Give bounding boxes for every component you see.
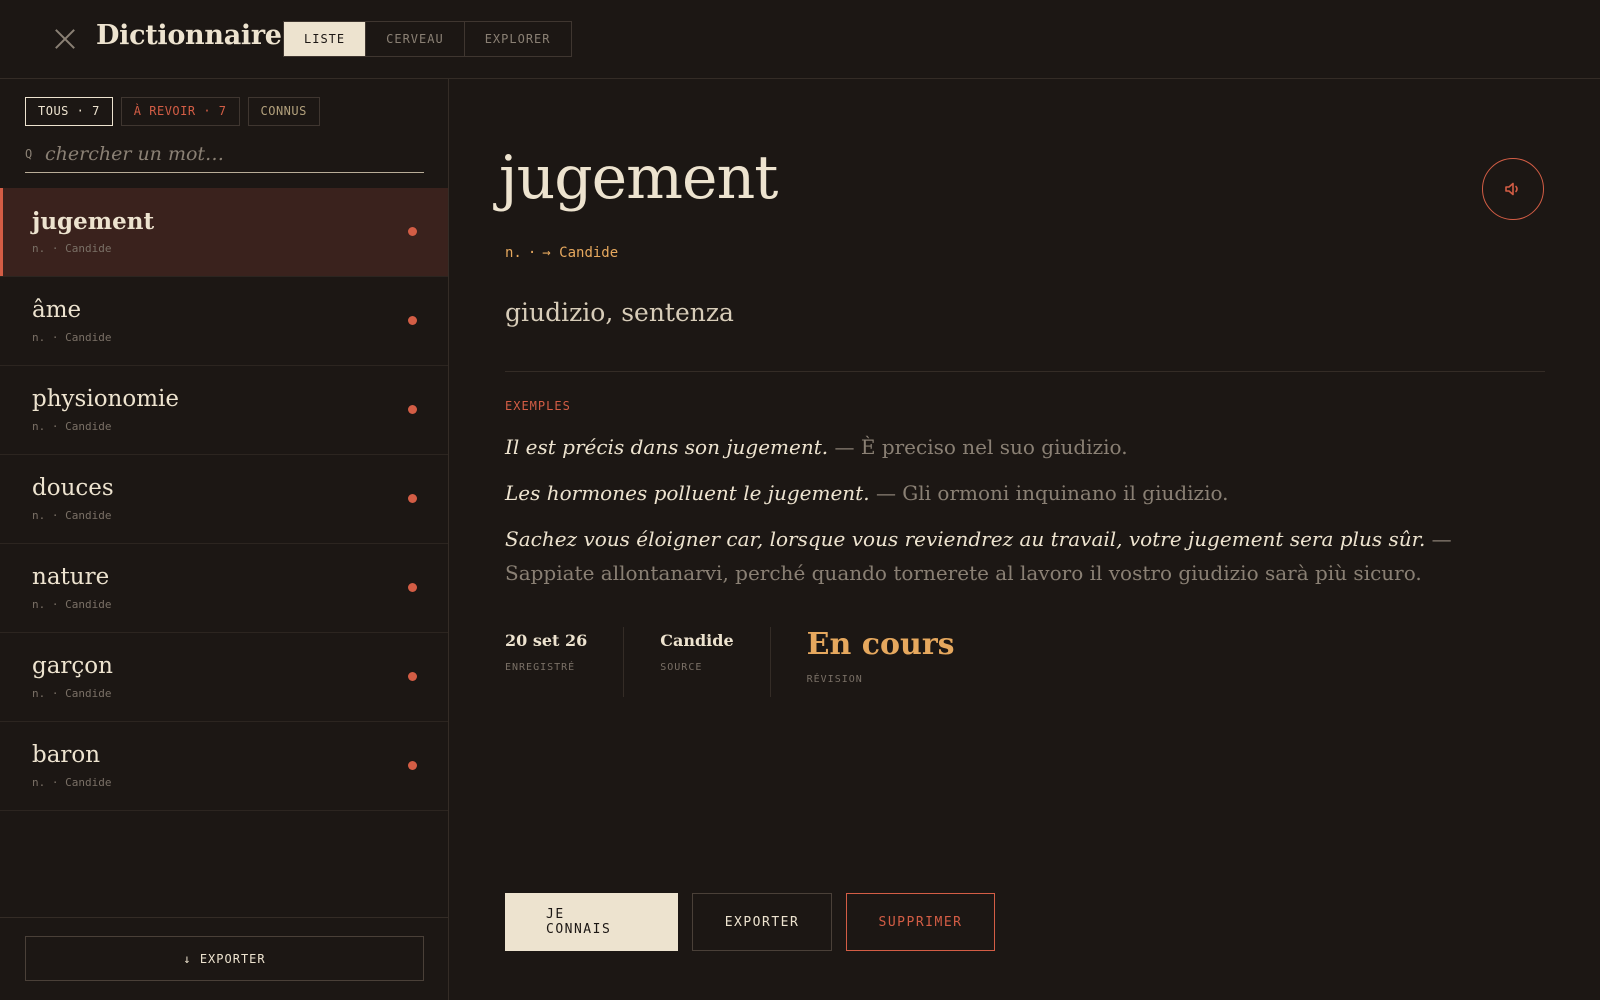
headword: jugement xyxy=(499,143,778,213)
list-item[interactable]: garçon n. · Candide xyxy=(0,633,448,722)
word-name: douces xyxy=(32,475,114,501)
app-title: Dictionnaire xyxy=(96,20,282,51)
word-detail-panel: jugement n. · → Candide giudizio, sentenza… xyxy=(449,79,1600,1000)
action-bar: JE CONNAIS EXPORTER SUPPRIMER xyxy=(505,893,995,951)
export-button[interactable]: EXPORTER xyxy=(692,893,832,951)
word-name: nature xyxy=(32,564,110,590)
divider xyxy=(505,371,1545,372)
example-french: Sachez vous éloigner car, lorsque vous r… xyxy=(505,527,1426,551)
word-meta: n. · Candide xyxy=(32,331,112,344)
translation: giudizio, sentenza xyxy=(505,298,734,327)
example-french: Les hormones polluent le jugement. xyxy=(505,481,870,505)
word-name: garçon xyxy=(32,653,113,679)
word-meta: n. · Candide xyxy=(32,242,112,255)
dot-icon xyxy=(408,494,417,503)
list-item[interactable]: jugement n. · Candide xyxy=(0,188,448,277)
review-status: En cours xyxy=(806,627,955,662)
export-all-button[interactable]: ↓ EXPORTER xyxy=(25,936,424,981)
recorded-label: ENREGISTRÉ xyxy=(505,662,576,673)
list-item[interactable]: nature n. · Candide xyxy=(0,544,448,633)
example-item: Sachez vous éloigner car, lorsque vous r… xyxy=(505,522,1545,590)
word-name: âme xyxy=(32,297,82,323)
review-label: RÉVISION xyxy=(806,674,863,685)
filter-bar: TOUS · 7 À REVOIR · 7 CONNUS xyxy=(25,97,320,126)
close-icon[interactable] xyxy=(52,26,78,52)
part-of-speech: n. xyxy=(505,245,522,261)
delete-button[interactable]: SUPPRIMER xyxy=(846,893,995,951)
word-stats: 20 set 26 ENREGISTRÉ Candide SOURCE En c… xyxy=(505,627,1027,697)
pos-line: n. · → Candide xyxy=(505,245,619,261)
word-name: baron xyxy=(32,742,101,768)
list-item[interactable]: douces n. · Candide xyxy=(0,455,448,544)
view-tabs: LISTE CERVEAU EXPLORER xyxy=(283,21,572,57)
word-name: physionomie xyxy=(32,386,179,412)
tab-liste[interactable]: LISTE xyxy=(284,22,367,56)
word-meta: n. · Candide xyxy=(32,776,112,789)
source-link[interactable]: → Candide xyxy=(542,245,618,261)
dot-icon xyxy=(408,583,417,592)
dot-icon xyxy=(408,227,417,236)
stat-recorded: 20 set 26 ENREGISTRÉ xyxy=(505,627,625,697)
sidebar-footer: ↓ EXPORTER xyxy=(0,917,448,1000)
filter-review-button[interactable]: À REVOIR · 7 xyxy=(120,97,240,126)
list-item[interactable]: âme n. · Candide xyxy=(0,277,448,366)
examples-list: Il est précis dans son jugement. — È pre… xyxy=(505,430,1545,602)
filter-known-button[interactable]: CONNUS xyxy=(247,97,320,126)
stat-source: Candide SOURCE xyxy=(660,627,771,697)
word-list: jugement n. · Candide âme n. · Candide p… xyxy=(0,188,448,811)
search-bar: Q xyxy=(25,136,424,173)
play-audio-button[interactable] xyxy=(1482,158,1544,220)
source-value: Candide xyxy=(660,631,734,650)
word-meta: n. · Candide xyxy=(32,687,112,700)
search-input[interactable] xyxy=(45,143,424,165)
tab-cerveau[interactable]: CERVEAU xyxy=(366,22,465,56)
top-bar: Dictionnaire LISTE CERVEAU EXPLORER xyxy=(0,0,1600,79)
word-meta: n. · Candide xyxy=(32,598,112,611)
tab-explorer[interactable]: EXPLORER xyxy=(465,22,571,56)
source-label: SOURCE xyxy=(660,662,703,673)
search-icon: Q xyxy=(25,147,33,161)
filter-all-button[interactable]: TOUS · 7 xyxy=(25,97,113,126)
mark-known-button[interactable]: JE CONNAIS xyxy=(505,893,678,951)
stat-review: En cours RÉVISION xyxy=(807,627,991,697)
example-translation: — Gli ormoni inquinano il giudizio. xyxy=(869,481,1229,505)
example-translation: — È preciso nel suo giudizio. xyxy=(828,435,1128,459)
list-item[interactable]: baron n. · Candide xyxy=(0,722,448,811)
dot-icon xyxy=(408,316,417,325)
example-french: Il est précis dans son jugement. xyxy=(505,435,829,459)
dot-icon xyxy=(408,761,417,770)
word-meta: n. · Candide xyxy=(32,509,112,522)
list-item[interactable]: physionomie n. · Candide xyxy=(0,366,448,455)
recorded-date: 20 set 26 xyxy=(505,631,588,650)
dot-icon xyxy=(408,672,417,681)
examples-label: EXEMPLES xyxy=(505,399,571,413)
dot-icon xyxy=(408,405,417,414)
example-item: Il est précis dans son jugement. — È pre… xyxy=(505,430,1545,464)
word-name: jugement xyxy=(32,208,155,235)
example-item: Les hormones polluent le jugement. — Gli… xyxy=(505,476,1545,510)
speaker-icon xyxy=(1505,182,1518,196)
sidebar: TOUS · 7 À REVOIR · 7 CONNUS Q jugement … xyxy=(0,79,449,1000)
word-meta: n. · Candide xyxy=(32,420,112,433)
